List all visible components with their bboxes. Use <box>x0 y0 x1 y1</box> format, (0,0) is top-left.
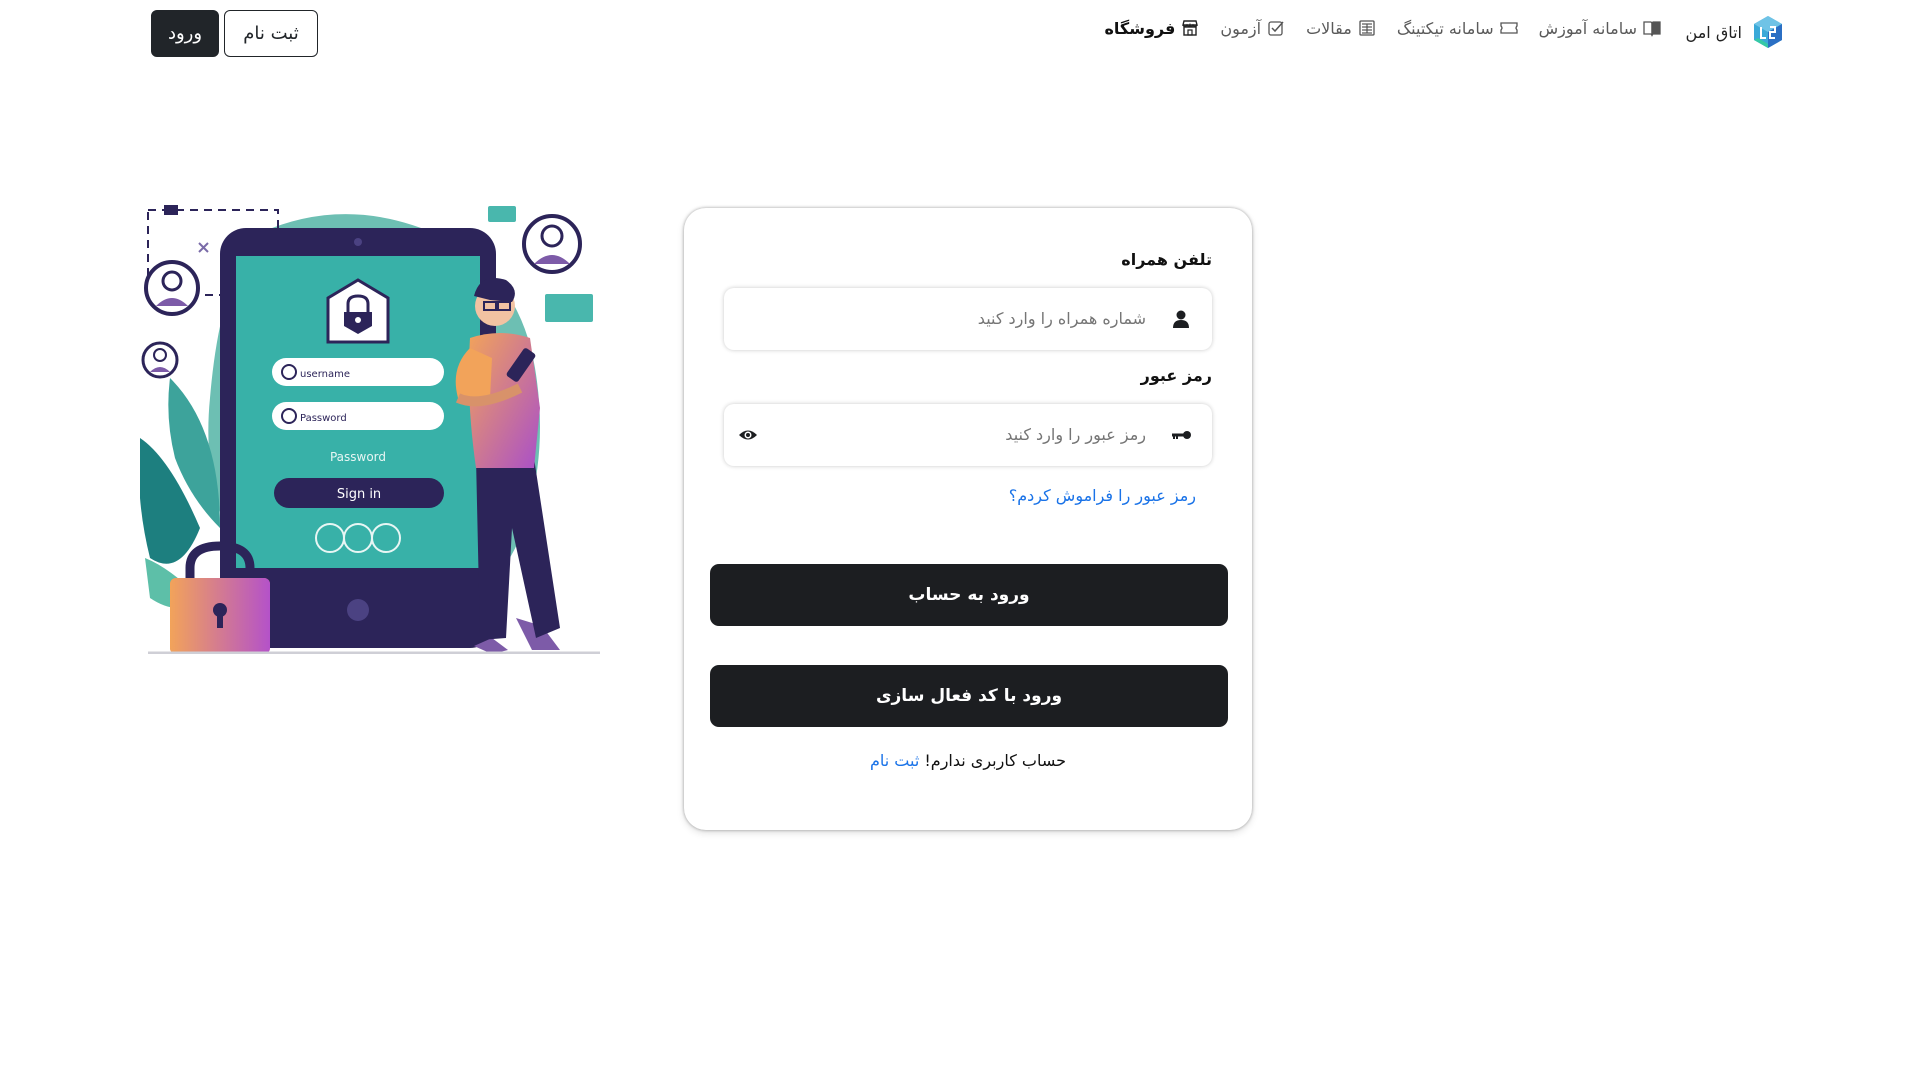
login-submit-button[interactable]: ورود به حساب <box>710 564 1228 626</box>
main-nav: فروشگاه آزمون مقالات سامانه تیکتینگ ساما… <box>1104 18 1662 38</box>
auth-buttons: ورود ثبت نام <box>151 10 318 57</box>
login-button[interactable]: ورود <box>151 10 219 57</box>
password-field-text: Password <box>300 413 347 424</box>
close-mark-icon <box>198 242 209 253</box>
nav-item-ticketing[interactable]: سامانه تیکتینگ <box>1397 18 1519 38</box>
brand-logo-icon <box>1754 16 1782 48</box>
nav-item-label: مقالات <box>1306 18 1352 38</box>
signup-prompt: حساب کاربری ندارم! ثبت نام <box>684 751 1252 770</box>
nav-item-label: آزمون <box>1220 18 1262 38</box>
brand[interactable]: اتاق امن <box>1686 14 1786 50</box>
brand-name: اتاق امن <box>1685 22 1742 42</box>
nav-item-store[interactable]: فروشگاه <box>1104 18 1200 38</box>
nav-item-label: فروشگاه <box>1104 18 1176 38</box>
signin-text: Sign in <box>337 487 381 502</box>
nav-item-exam[interactable]: آزمون <box>1220 18 1286 38</box>
ticket-icon <box>1499 22 1518 34</box>
nav-item-label: سامانه آموزش <box>1538 18 1637 38</box>
nav-item-articles[interactable]: مقالات <box>1306 18 1377 38</box>
nav-item-label: سامانه تیکتینگ <box>1396 18 1494 38</box>
avatar-left-bottom <box>141 341 179 379</box>
activation-code-login-button[interactable]: ورود با کد فعال سازی <box>710 665 1228 727</box>
phone-input[interactable] <box>766 288 1146 350</box>
password-field[interactable] <box>724 404 1212 466</box>
forgot-password-link[interactable]: رمز عبور را فراموش کردم؟ <box>1009 486 1196 505</box>
eye-icon[interactable] <box>738 426 758 444</box>
signup-link[interactable]: ثبت نام <box>870 751 919 770</box>
newspaper-icon <box>1359 20 1375 36</box>
site-header: اتاق امن فروشگاه آزمون مقالات سامانه تیک… <box>0 0 1920 66</box>
chat-bubble-icon <box>545 294 593 322</box>
nav-item-education[interactable]: سامانه آموزش <box>1539 18 1662 38</box>
chat-bubble-icon <box>488 206 516 222</box>
phone-field[interactable] <box>724 288 1212 350</box>
checkbox-icon <box>1268 21 1284 36</box>
password-caption: Password <box>330 450 386 464</box>
key-icon <box>1172 431 1191 439</box>
store-icon <box>1182 20 1199 36</box>
avatar-right-top <box>522 214 582 274</box>
password-label: رمز عبور <box>1140 366 1212 385</box>
no-account-text: حساب کاربری ندارم! <box>924 751 1067 770</box>
login-card: تلفن همراه رمز عبور رمز عبور را فراموش ک… <box>684 208 1252 830</box>
username-text: username <box>300 369 350 380</box>
phone-label: تلفن همراه <box>1121 250 1212 269</box>
login-illustration: username Password Password Sign in <box>140 205 600 654</box>
register-button[interactable]: ثبت نام <box>224 10 318 57</box>
avatar-left-top <box>144 260 200 316</box>
password-input[interactable] <box>766 404 1146 466</box>
book-icon <box>1643 21 1661 37</box>
user-icon <box>1173 310 1189 328</box>
frame-marker <box>164 205 178 215</box>
